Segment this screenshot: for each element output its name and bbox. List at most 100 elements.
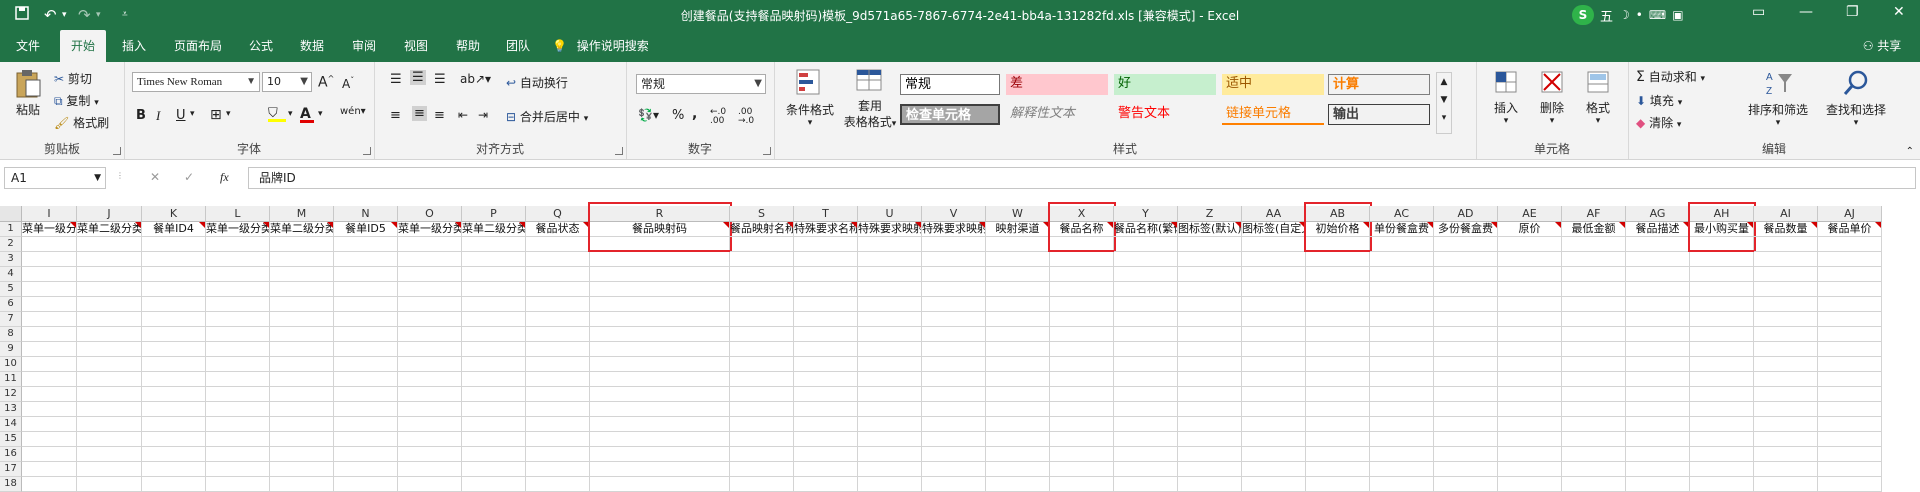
table-cell[interactable]: [986, 402, 1050, 417]
table-cell[interactable]: [398, 297, 462, 312]
table-cell[interactable]: [1754, 432, 1818, 447]
table-cell[interactable]: [334, 357, 398, 372]
table-cell[interactable]: [142, 432, 206, 447]
table-cell[interactable]: [730, 312, 794, 327]
table-cell[interactable]: [730, 342, 794, 357]
table-cell[interactable]: [1306, 387, 1370, 402]
table-cell[interactable]: [1626, 477, 1690, 492]
table-cell[interactable]: [1114, 462, 1178, 477]
style-linked-cell[interactable]: 链接单元格: [1222, 104, 1324, 125]
table-cell[interactable]: [1306, 297, 1370, 312]
table-cell[interactable]: [462, 282, 526, 297]
table-cell[interactable]: [730, 432, 794, 447]
table-cell[interactable]: [858, 252, 922, 267]
table-cell[interactable]: [1370, 387, 1434, 402]
table-cell[interactable]: [590, 387, 730, 402]
bold-button[interactable]: B: [136, 108, 146, 123]
table-cell[interactable]: [1626, 282, 1690, 297]
table-cell[interactable]: [922, 402, 986, 417]
select-all-corner[interactable]: [0, 206, 22, 222]
table-cell[interactable]: [462, 357, 526, 372]
table-cell[interactable]: [334, 252, 398, 267]
underline-dropdown-icon[interactable]: ▾: [190, 109, 195, 119]
table-cell[interactable]: [462, 297, 526, 312]
table-cell[interactable]: [1178, 402, 1242, 417]
table-cell[interactable]: [1242, 477, 1306, 492]
header-cell[interactable]: 餐品描述: [1626, 222, 1690, 237]
table-cell[interactable]: [986, 252, 1050, 267]
table-cell[interactable]: [730, 237, 794, 252]
column-header-o[interactable]: O: [398, 206, 462, 222]
table-cell[interactable]: [1370, 372, 1434, 387]
column-header-l[interactable]: L: [206, 206, 270, 222]
table-cell[interactable]: [1178, 312, 1242, 327]
insert-cells-button[interactable]: 插入 ▾: [1488, 68, 1524, 126]
percent-button[interactable]: %: [672, 108, 684, 123]
column-header-m[interactable]: M: [270, 206, 334, 222]
table-cell[interactable]: [526, 447, 590, 462]
table-cell[interactable]: [858, 402, 922, 417]
header-cell[interactable]: 菜单二级分类: [462, 222, 526, 237]
table-cell[interactable]: [398, 342, 462, 357]
shrink-font-button[interactable]: Aˇ: [342, 76, 354, 91]
column-header-u[interactable]: U: [858, 206, 922, 222]
table-cell[interactable]: [462, 447, 526, 462]
table-cell[interactable]: [1050, 312, 1114, 327]
table-cell[interactable]: [590, 252, 730, 267]
table-cell[interactable]: [794, 342, 858, 357]
row-header-6[interactable]: 6: [0, 297, 22, 312]
table-cell[interactable]: [794, 267, 858, 282]
table-cell[interactable]: [1178, 282, 1242, 297]
table-cell[interactable]: [1562, 312, 1626, 327]
column-header-ac[interactable]: AC: [1370, 206, 1434, 222]
table-cell[interactable]: [1306, 267, 1370, 282]
tab-team[interactable]: 团队: [496, 30, 540, 62]
table-cell[interactable]: [206, 372, 270, 387]
column-header-aj[interactable]: AJ: [1818, 206, 1882, 222]
table-cell[interactable]: [1562, 342, 1626, 357]
row-header-7[interactable]: 7: [0, 312, 22, 327]
font-size-select[interactable]: 10 ▼: [262, 72, 312, 92]
table-cell[interactable]: [1498, 462, 1562, 477]
table-cell[interactable]: [1306, 312, 1370, 327]
table-cell[interactable]: [1242, 447, 1306, 462]
table-cell[interactable]: [1626, 387, 1690, 402]
table-cell[interactable]: [77, 402, 142, 417]
table-cell[interactable]: [142, 327, 206, 342]
table-cell[interactable]: [730, 477, 794, 492]
table-cell[interactable]: [462, 312, 526, 327]
table-cell[interactable]: [526, 402, 590, 417]
table-cell[interactable]: [206, 267, 270, 282]
table-cell[interactable]: [1050, 432, 1114, 447]
tab-formulas[interactable]: 公式: [240, 30, 282, 62]
table-cell[interactable]: [986, 387, 1050, 402]
table-cell[interactable]: [1690, 312, 1754, 327]
table-cell[interactable]: [590, 297, 730, 312]
table-cell[interactable]: [1306, 477, 1370, 492]
table-cell[interactable]: [1242, 402, 1306, 417]
table-cell[interactable]: [1818, 447, 1882, 462]
table-cell[interactable]: [270, 477, 334, 492]
format-as-table-button[interactable]: 套用 表格格式▾: [842, 68, 898, 132]
table-cell[interactable]: [270, 252, 334, 267]
table-cell[interactable]: [590, 267, 730, 282]
table-cell[interactable]: [1050, 372, 1114, 387]
table-cell[interactable]: [986, 267, 1050, 282]
table-cell[interactable]: [1434, 357, 1498, 372]
table-cell[interactable]: [1306, 282, 1370, 297]
conditional-format-button[interactable]: 条件格式 ▾: [782, 68, 838, 128]
table-cell[interactable]: [1370, 462, 1434, 477]
table-cell[interactable]: [1242, 267, 1306, 282]
table-cell[interactable]: [1626, 327, 1690, 342]
table-cell[interactable]: [142, 462, 206, 477]
table-cell[interactable]: [22, 417, 77, 432]
table-cell[interactable]: [206, 327, 270, 342]
row-header-12[interactable]: 12: [0, 387, 22, 402]
table-cell[interactable]: [462, 402, 526, 417]
table-cell[interactable]: [1754, 342, 1818, 357]
table-cell[interactable]: [22, 267, 77, 282]
table-cell[interactable]: [730, 252, 794, 267]
style-calculation[interactable]: 计算: [1328, 74, 1430, 95]
table-cell[interactable]: [142, 447, 206, 462]
header-cell[interactable]: 特殊要求名称: [794, 222, 858, 237]
